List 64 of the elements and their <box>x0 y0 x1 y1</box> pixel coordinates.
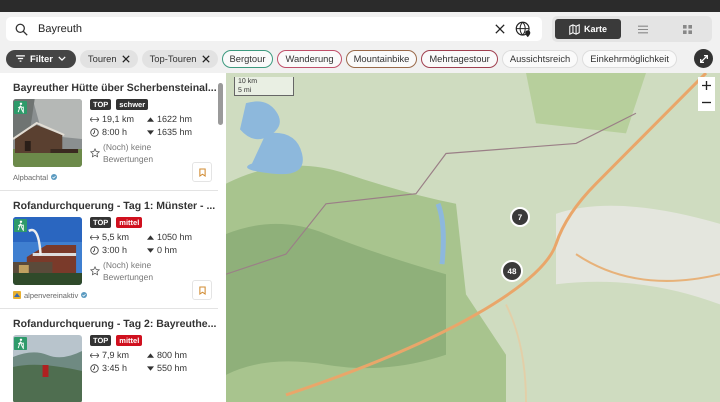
filter-chip[interactable]: Touren <box>80 50 138 68</box>
map-icon <box>568 24 580 34</box>
search-field[interactable]: Bayreuth <box>6 17 542 41</box>
descent-icon <box>147 130 154 134</box>
ascent-text: 1622 hm <box>157 114 192 124</box>
distance-icon <box>90 116 99 122</box>
globe-icon[interactable] <box>515 20 532 38</box>
star-icon <box>90 148 100 158</box>
ascent-icon <box>147 116 154 122</box>
remove-icon[interactable] <box>122 54 130 62</box>
chevron-down-icon <box>58 56 66 61</box>
bookmark-icon <box>198 286 206 294</box>
category-chip[interactable]: Bergtour <box>222 50 274 68</box>
distance-icon <box>90 234 99 240</box>
search-icon <box>15 22 28 36</box>
verified-icon <box>81 292 88 298</box>
category-chip[interactable]: Mehrtagestour <box>421 50 498 68</box>
remove-icon[interactable] <box>202 54 210 62</box>
close-icon[interactable] <box>495 24 505 34</box>
ascent-icon <box>147 234 154 240</box>
category-chip[interactable]: Wanderung <box>277 50 342 68</box>
filter-chip[interactable]: Top-Touren <box>142 50 218 68</box>
rating-text: (Noch) keine Bewertungen <box>103 141 154 165</box>
filter-icon <box>16 55 25 62</box>
search-input[interactable]: Bayreuth <box>38 23 485 35</box>
hiker-icon <box>14 101 27 114</box>
descent-text: 550 hm <box>157 363 188 373</box>
list-icon <box>638 24 648 34</box>
distance-text: 5,5 km <box>102 232 130 242</box>
clock-icon <box>90 246 99 254</box>
duration-text: 8:00 h <box>102 127 128 137</box>
duration-text: 3:45 h <box>102 363 128 373</box>
bookmark-icon <box>198 168 206 176</box>
map-view-tab[interactable]: Karte <box>555 19 621 39</box>
star-icon <box>90 266 100 276</box>
source-logo-icon <box>13 291 21 299</box>
category-chip[interactable]: Aussichtsreich <box>502 50 578 68</box>
verified-icon <box>51 174 58 180</box>
descent-text: 0 hm <box>157 245 178 255</box>
descent-icon <box>147 248 154 252</box>
clock-icon <box>90 128 99 136</box>
ascent-text: 1050 hm <box>157 232 192 242</box>
distance-text: 19,1 km <box>102 114 134 124</box>
expand-icon <box>698 54 708 64</box>
category-chip[interactable]: Mountainbike <box>346 50 418 68</box>
ascent-text: 800 hm <box>157 350 188 360</box>
filter-button[interactable]: Filter <box>6 50 76 68</box>
ascent-icon <box>147 352 154 358</box>
hiker-icon <box>14 219 27 232</box>
descent-text: 1635 hm <box>157 127 192 137</box>
clock-icon <box>90 364 99 372</box>
hiker-icon <box>14 337 27 350</box>
duration-text: 3:00 h <box>102 245 128 255</box>
category-chip[interactable]: Einkehrmöglichkeit <box>582 50 677 68</box>
tour-title[interactable]: Rofandurchquerung - Tag 1: Münster - ... <box>13 200 212 213</box>
descent-icon <box>147 366 154 370</box>
grid-icon <box>682 24 692 34</box>
plus-icon <box>702 81 711 90</box>
bookmark-button[interactable] <box>192 280 212 300</box>
distance-text: 7,9 km <box>102 350 130 360</box>
expand-button[interactable] <box>694 49 713 68</box>
bookmark-button[interactable] <box>192 162 212 182</box>
rating-text: (Noch) keine Bewertungen <box>103 259 154 283</box>
distance-icon <box>90 352 99 358</box>
